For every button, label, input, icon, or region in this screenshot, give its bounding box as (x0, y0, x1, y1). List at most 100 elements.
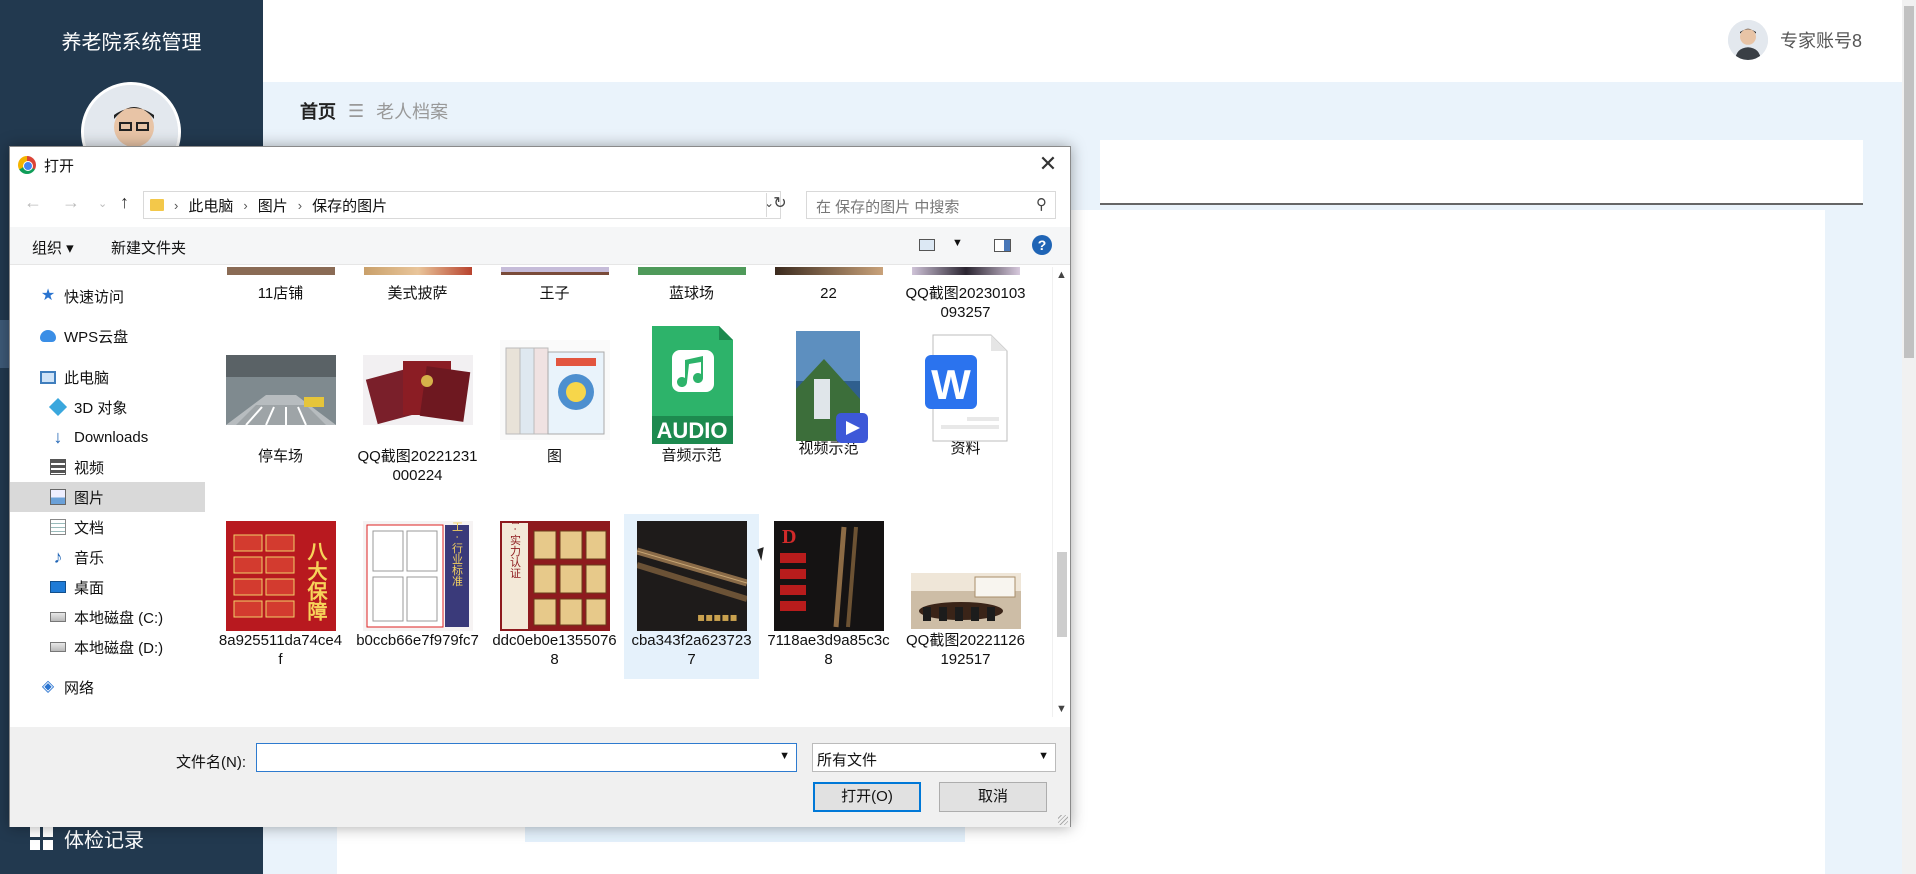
open-file-dialog: 打开 ✕ ← → ⌄ ↑ › 此电脑 › 图片 › 保存的图片 ⌄ ↻ 在 保存… (9, 146, 1071, 827)
file-item[interactable]: 22 (761, 267, 896, 303)
file-thumbnail (774, 329, 884, 443)
nav-item-label: 本地磁盘 (D:) (74, 639, 164, 657)
nav-item-wps-cloud[interactable]: WPS云盘 (40, 321, 200, 351)
nav-item-label: 3D 对象 (74, 399, 128, 417)
refresh-icon[interactable]: ↻ (766, 193, 793, 217)
menu-active-indicator (0, 320, 9, 368)
scroll-down-icon[interactable]: ▼ (1056, 703, 1067, 715)
file-thumbnail (362, 337, 473, 447)
filename-input[interactable]: ▼ (256, 743, 797, 772)
file-item[interactable]: 蓝球场 (624, 267, 759, 303)
nav-item-label: WPS云盘 (64, 328, 129, 346)
download-icon: ↓ (53, 427, 63, 447)
file-name: 停车场 (257, 448, 303, 465)
grid-icon (30, 826, 54, 851)
video-icon (50, 459, 66, 475)
file-thumbnail: 多项荣誉 · 实力认证 (499, 478, 610, 631)
nav-item-desktop[interactable]: 桌面 (50, 572, 200, 602)
file-item[interactable]: 11店铺 (213, 267, 348, 303)
file-item[interactable]: W 资料 (898, 334, 1033, 458)
nav-item-drive-d[interactable]: 本地磁盘 (D:) (50, 632, 200, 662)
nav-item-pictures[interactable]: 图片 (10, 482, 205, 512)
nav-item-label: 桌面 (74, 579, 105, 597)
dialog-toolbar: 组织 ▾ 新建文件夹 ▼ ? (10, 227, 1070, 265)
address-crumb[interactable]: 保存的图片 (312, 195, 387, 216)
file-thumbnail (225, 337, 336, 447)
file-item[interactable]: QQ截图20221126192517 (898, 521, 1033, 669)
file-item[interactable]: 美式披萨 (350, 267, 485, 303)
nav-item-drive-c[interactable]: 本地磁盘 (C:) (50, 602, 200, 632)
file-item[interactable]: 八大保障 8a925511da74ce4f (213, 521, 348, 669)
file-name: 11店铺 (257, 285, 304, 302)
up-arrow-icon[interactable]: ↑ (120, 192, 129, 213)
file-grid: 11店铺 美式披萨 王子 蓝球场 22 QQ截图20230103093257 停… (210, 267, 1046, 717)
chevron-down-icon[interactable]: ▼ (952, 237, 963, 249)
nav-item-3d-objects[interactable]: 3D 对象 (48, 392, 200, 422)
address-crumb[interactable]: 图片 (258, 195, 288, 216)
address-crumb[interactable]: 此电脑 (188, 195, 233, 216)
file-name: 蓝球场 (668, 285, 714, 302)
nav-item-network[interactable]: ◈ 网络 (40, 672, 200, 702)
dialog-title: 打开 (44, 158, 75, 175)
file-thumbnail (774, 267, 883, 275)
file-item[interactable]: D 7118ae3d9a85c3c8 (761, 521, 896, 669)
nav-item-label: 本地磁盘 (C:) (74, 609, 164, 627)
chevron-down-icon: ▼ (1038, 750, 1049, 762)
search-input[interactable]: 在 保存的图片 中搜索 ⚲ (806, 191, 1056, 219)
file-item[interactable]: 多项荣誉 · 实力认证 ddc0eb0e13550768 (487, 478, 622, 669)
nav-item-documents[interactable]: 文档 (50, 512, 200, 542)
dialog-footer: 文件名(N): ▼ 所有文件 ▼ 打开(O) 取消 (10, 727, 1070, 827)
filetype-select[interactable]: 所有文件 ▼ (812, 743, 1056, 772)
file-item[interactable]: 视频示范 (761, 331, 896, 458)
nav-item-label: 视频 (74, 459, 105, 477)
app-title: 养老院系统管理 (61, 32, 202, 54)
menu-item-checkup-records[interactable]: 体检记录 (30, 824, 144, 853)
poster-text: 多项荣誉 · 实力认证 (508, 521, 521, 578)
page-scrollbar-thumb[interactable] (1904, 6, 1914, 358)
file-item[interactable]: 王子 (487, 267, 622, 303)
nav-item-label: Downloads (74, 428, 149, 446)
forward-arrow-icon[interactable]: → (62, 192, 80, 213)
file-item[interactable]: 图 (487, 337, 622, 466)
chevron-right-icon: › (297, 197, 303, 213)
top-header: 专家账号8 (263, 0, 1902, 82)
svg-text:▪▪▪▪▪: ▪▪▪▪▪ (697, 610, 738, 624)
cube-icon (48, 397, 68, 417)
chevron-down-icon[interactable]: ▼ (779, 750, 790, 762)
user-menu[interactable]: 专家账号8 (1727, 20, 1862, 60)
nav-item-videos[interactable]: 视频 (50, 452, 200, 482)
file-item[interactable]: AUDIO 音频示范 (624, 326, 759, 465)
nav-item-music[interactable]: ♪ 音乐 (50, 542, 200, 572)
recent-chevron-down-icon[interactable]: ⌄ (98, 197, 107, 210)
back-arrow-icon[interactable]: ← (24, 192, 42, 213)
file-item[interactable]: 严苛做工 · 行业标准 b0ccb66e7f979fc7 (350, 488, 485, 650)
file-item[interactable]: 停车场 (213, 337, 348, 466)
scrollbar-thumb[interactable] (1057, 552, 1067, 637)
new-folder-button[interactable]: 新建文件夹 (111, 237, 186, 258)
page-scrollbar[interactable] (1902, 0, 1916, 874)
file-thumbnail (226, 267, 335, 275)
file-grid-scrollbar[interactable]: ▲ ▼ (1052, 267, 1070, 717)
close-icon[interactable]: ✕ (1036, 151, 1060, 177)
file-name: 音频示范 (661, 447, 722, 464)
file-name: 图 (546, 448, 562, 465)
open-button[interactable]: 打开(O) (813, 782, 921, 812)
file-item[interactable]: QQ截图20230103093257 (898, 267, 1033, 322)
nav-item-quick-access[interactable]: ★ 快速访问 (40, 281, 200, 311)
preview-pane-icon[interactable] (994, 239, 1011, 252)
address-bar[interactable]: › 此电脑 › 图片 › 保存的图片 ⌄ (143, 191, 781, 219)
file-name: QQ截图20230103093257 (905, 285, 1026, 321)
nav-item-this-pc[interactable]: 此电脑 (40, 362, 200, 392)
file-item[interactable]: QQ截图20221231000224 (350, 337, 485, 485)
organize-button[interactable]: 组织 ▾ (32, 237, 74, 258)
scroll-up-icon[interactable]: ▲ (1056, 269, 1067, 281)
cancel-button[interactable]: 取消 (939, 782, 1047, 812)
view-mode-icon[interactable] (919, 239, 935, 251)
user-avatar[interactable] (1727, 20, 1768, 60)
file-thumbnail (911, 267, 1020, 275)
file-item[interactable]: ▪▪▪▪▪ cba343f2a6237237 (624, 514, 759, 679)
breadcrumb-home[interactable]: 首页 (300, 98, 336, 124)
nav-item-downloads[interactable]: ↓ Downloads (50, 422, 200, 452)
resize-grip-icon[interactable] (1058, 815, 1068, 825)
help-icon[interactable]: ? (1032, 235, 1052, 255)
